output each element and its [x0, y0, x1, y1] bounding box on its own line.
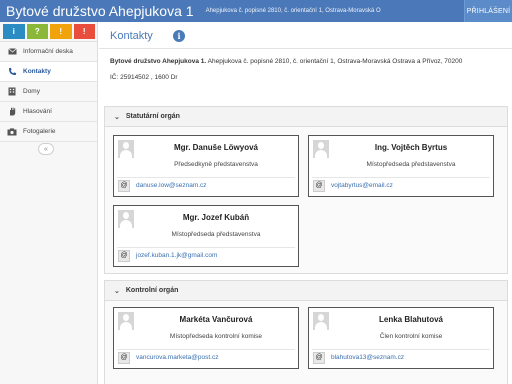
- sidebar-item-label: Kontakty: [23, 68, 51, 75]
- contact-role: Místopředseda kontrolní komise: [169, 333, 263, 340]
- site-address: Ahepjukova č. popisné 2810, č. orientačn…: [205, 8, 381, 14]
- contact-card: Mgr. Danuše Löwyová Předsedkyně představ…: [113, 135, 299, 197]
- contact-name: Ing. Vojtěch Byrtus: [374, 143, 448, 152]
- sidebar: i ? ! ! Informační deska Kontakty Domy H…: [0, 22, 98, 384]
- org-address: Ahepjukova č. popisné 2810, č. orientačn…: [206, 58, 463, 65]
- building-icon: [7, 87, 17, 97]
- contact-email-row: @ vojtabyrtus@email.cz: [312, 177, 490, 193]
- chevron-down-icon: ⌄: [114, 287, 120, 295]
- at-icon: @: [313, 351, 325, 364]
- question-icon[interactable]: ?: [26, 24, 48, 39]
- contact-role: Předsedkyně představenstva: [174, 161, 258, 168]
- contact-email-row: @ blahutova13@seznam.cz: [312, 349, 490, 365]
- contact-role: Místopředseda představenstva: [366, 161, 456, 168]
- sidebar-item-fotogalerie[interactable]: Fotogalerie: [0, 122, 97, 142]
- contact-role: Člen kontrolní komise: [379, 333, 443, 340]
- contact-email-row: @ jozef.kuban.1.jk@gmail.com: [117, 247, 295, 263]
- contact-email-link[interactable]: jozef.kuban.1.jk@gmail.com: [136, 252, 217, 259]
- login-button[interactable]: PŘIHLÁŠENÍ: [464, 0, 512, 22]
- contact-card: Markéta Vančurová Místopředseda kontroln…: [113, 307, 299, 369]
- section-title: Statutární orgán: [125, 113, 180, 120]
- org-name: Bytové družstvo Ahepjukova 1.: [110, 58, 207, 65]
- at-icon: @: [313, 179, 325, 192]
- hand-icon: [7, 107, 17, 117]
- contact-name: Markéta Vančurová: [179, 315, 253, 324]
- at-icon: @: [118, 179, 130, 192]
- contact-name: Mgr. Danuše Löwyová: [173, 143, 259, 152]
- section-title: Kontrolní orgán: [125, 287, 179, 294]
- sidebar-item-label: Informační deska: [23, 48, 73, 55]
- section-header[interactable]: ⌄ Kontrolní orgán: [105, 281, 507, 301]
- section-header[interactable]: ⌄ Statutární orgán: [105, 107, 507, 127]
- sidebar-item-hlasovani[interactable]: Hlasování: [0, 102, 97, 122]
- phone-icon: [7, 67, 17, 77]
- page-title: Kontakty: [110, 30, 153, 42]
- avatar: [313, 140, 329, 158]
- avatar: [313, 312, 329, 330]
- contact-card: Ing. Vojtěch Byrtus Místopředseda předst…: [308, 135, 494, 197]
- contact-email-link[interactable]: vojtabyrtus@email.cz: [331, 182, 393, 189]
- sidebar-item-label: Domy: [23, 88, 40, 95]
- sidebar-item-label: Hlasování: [23, 108, 52, 115]
- info-icon[interactable]: i: [3, 24, 25, 39]
- info-icon[interactable]: i: [173, 30, 185, 42]
- alert-icon[interactable]: !: [73, 24, 95, 39]
- sidebar-item-informacni-deska[interactable]: Informační deska: [0, 42, 97, 62]
- sidebar-item-kontakty[interactable]: Kontakty: [0, 62, 97, 82]
- contact-name: Mgr. Jozef Kubáň: [182, 213, 250, 222]
- contact-role: Místopředseda představenstva: [171, 231, 261, 238]
- avatar: [118, 140, 134, 158]
- contact-card: Lenka Blahutová Člen kontrolní komise @ …: [308, 307, 494, 369]
- divider: [99, 48, 512, 49]
- top-bar: Bytové družstvo Ahepjukova 1 Ahepjukova …: [0, 0, 512, 22]
- avatar: [118, 312, 134, 330]
- sidebar-item-label: Fotogalerie: [23, 128, 56, 135]
- section-kontrolni-organ: ⌄ Kontrolní orgán Markéta Vančurová Míst…: [104, 280, 508, 384]
- contact-email-link[interactable]: danuse.low@seznam.cz: [136, 182, 207, 189]
- contact-card: Mgr. Jozef Kubáň Místopředseda představe…: [113, 205, 299, 267]
- quick-actions: i ? ! !: [0, 22, 97, 42]
- at-icon: @: [118, 351, 130, 364]
- section-statutarni-organ: ⌄ Statutární orgán Mgr. Danuše Löwyová P…: [104, 106, 508, 274]
- camera-icon: [7, 127, 17, 137]
- warning-icon[interactable]: !: [50, 24, 72, 39]
- chevron-down-icon: ⌄: [114, 113, 120, 121]
- collapse-sidebar-button[interactable]: «: [38, 143, 54, 155]
- org-address-line: Bytové družstvo Ahepjukova 1. Ahepjukova…: [110, 58, 462, 65]
- contact-email-row: @ danuse.low@seznam.cz: [117, 177, 295, 193]
- sidebar-item-domy[interactable]: Domy: [0, 82, 97, 102]
- main-content: Kontakty i Bytové družstvo Ahepjukova 1.…: [99, 22, 512, 384]
- contact-email-link[interactable]: blahutova13@seznam.cz: [331, 354, 404, 361]
- at-icon: @: [118, 249, 130, 262]
- envelope-icon: [7, 47, 17, 57]
- contact-name: Lenka Blahutová: [378, 315, 443, 324]
- contact-email-link[interactable]: vancurova.marketa@post.cz: [136, 354, 218, 361]
- avatar: [118, 210, 134, 228]
- contact-email-row: @ vancurova.marketa@post.cz: [117, 349, 295, 365]
- site-title[interactable]: Bytové družstvo Ahepjukova 1: [0, 3, 194, 19]
- org-ic: IČ: 25914502 , 1600 Dr: [110, 74, 178, 81]
